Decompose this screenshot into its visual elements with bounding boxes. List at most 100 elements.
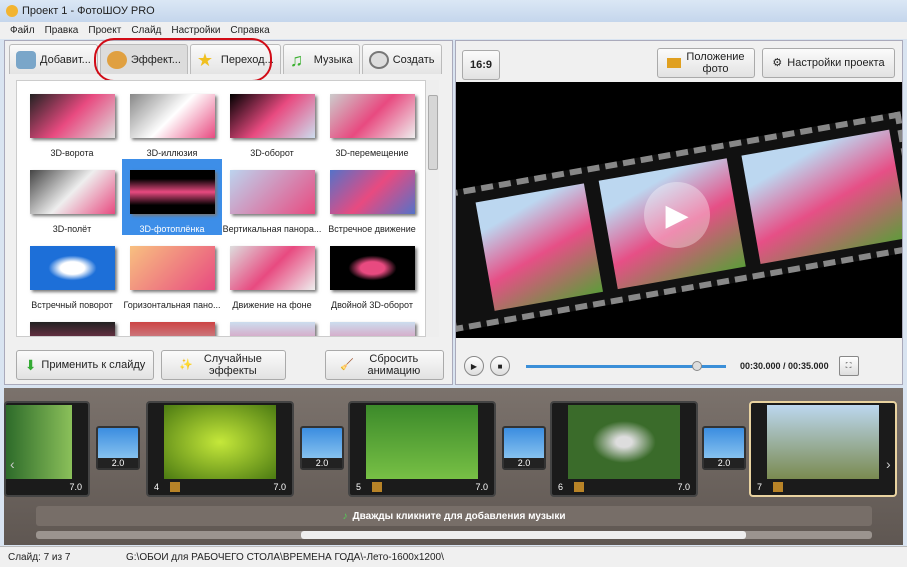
play-overlay-icon[interactable]: ▶ (644, 182, 710, 248)
transition-item[interactable]: 2.0 (702, 426, 746, 470)
scrollbar-thumb[interactable] (301, 531, 746, 539)
slide-duration: 7.0 (475, 482, 488, 492)
effect-item[interactable]: 3D-иллюзия (122, 83, 222, 159)
effect-label: 3D-полёт (52, 224, 92, 234)
effect-thumbnail (329, 246, 415, 290)
tab-label: Музыка (313, 53, 353, 66)
timeline-scrollbar[interactable] (36, 531, 872, 539)
fullscreen-button[interactable]: ⛶ (838, 356, 859, 376)
effect-thumbnail (29, 94, 115, 138)
effect-label: Встречный поворот (31, 300, 113, 310)
effect-label: Движение на фоне (232, 300, 312, 310)
effect-thumbnail (29, 246, 115, 290)
scroll-right-icon[interactable]: › (886, 456, 891, 472)
seek-slider[interactable] (526, 360, 726, 371)
scroll-left-icon[interactable]: ‹ (10, 456, 15, 472)
effect-item[interactable]: 3D-перемещение (322, 83, 422, 159)
menu-slide[interactable]: Слайд (131, 25, 161, 36)
effect-item[interactable]: 3D-оборот (222, 83, 322, 159)
effects-scrollbar[interactable] (425, 80, 439, 337)
slide-thumbnail (366, 405, 478, 479)
music-note-icon: ♫ (289, 49, 304, 70)
slide-duration: 7.0 (677, 482, 690, 492)
menu-help[interactable]: Справка (230, 25, 269, 36)
reset-animation-button[interactable]: 🧹 Сбросить анимацию (325, 350, 444, 380)
effect-item[interactable]: Встречный поворот (22, 235, 122, 311)
seek-knob[interactable] (692, 360, 703, 371)
effect-thumbnail (129, 246, 215, 290)
effect-label: 3D-фотоплёнка (139, 224, 205, 234)
effect-item[interactable] (222, 311, 322, 336)
effect-item[interactable]: Движение на фоне (222, 235, 322, 311)
effect-label: Двойной 3D-оборот (331, 300, 413, 310)
slide-counter: Слайд: 7 из 7 (8, 551, 71, 563)
project-settings-button[interactable]: ⚙ Настройки проекта (762, 48, 895, 78)
play-button[interactable]: ▶ (464, 356, 484, 376)
timeline-slide[interactable]: 6 7.0 (550, 401, 698, 497)
highlight-annotation (94, 38, 272, 82)
effect-item[interactable]: 3D-ворота (22, 83, 122, 159)
slide-number: 5 (356, 482, 362, 492)
effect-item[interactable]: Горизонтальная пано... (122, 235, 222, 311)
menu-edit[interactable]: Правка (45, 25, 79, 36)
apply-to-slide-button[interactable]: ⬇ Применить к слайду (16, 350, 154, 380)
music-hint: Дважды кликните для добавления музыки (352, 510, 566, 522)
random-effects-button[interactable]: ✨ Случайные эффекты (161, 350, 286, 380)
edit-pencil-icon[interactable] (574, 482, 584, 492)
effect-thumbnail (229, 94, 315, 138)
menu-file[interactable]: Файл (10, 25, 35, 36)
edit-pencil-icon[interactable] (372, 482, 382, 492)
stop-button[interactable]: ■ (490, 356, 510, 376)
tab-label: Создать (392, 53, 435, 66)
photo-position-button[interactable]: Положение фото (657, 48, 755, 78)
playback-bar: ▶ ■ 00:30.000 / 00:35.000 ⛶ (456, 348, 902, 384)
slide-thumbnail (164, 405, 276, 479)
tab-music[interactable]: ♫ Музыка (282, 44, 360, 74)
timeline-slide[interactable]: 5 7.0 (348, 401, 496, 497)
timeline-slide[interactable]: 7 (749, 401, 897, 497)
effect-thumbnail (29, 170, 115, 214)
status-bar: Слайд: 7 из 7 G:\ОБОИ для РАБОЧЕГО СТОЛА… (0, 546, 907, 567)
slide-duration: 7.0 (273, 482, 286, 492)
transition-item[interactable]: 2.0 (502, 426, 546, 470)
timeline-slide[interactable]: 4 7.0 (146, 401, 294, 497)
effect-label: Вертикальная панора... (222, 224, 322, 234)
effect-thumbnail (229, 170, 315, 214)
scrollbar-thumb[interactable] (428, 95, 438, 170)
effect-label: Встречное движение (328, 224, 416, 234)
menu-project[interactable]: Проект (88, 25, 121, 36)
effect-item[interactable]: Двойной 3D-оборот (322, 235, 422, 311)
slide-number: 6 (558, 482, 564, 492)
transition-duration: 2.0 (504, 458, 544, 468)
effect-item[interactable] (122, 311, 222, 336)
effect-item[interactable] (22, 311, 122, 336)
effect-item[interactable]: 3D-фотоплёнка (122, 159, 222, 235)
effect-item[interactable] (322, 311, 422, 336)
edit-pencil-icon[interactable] (170, 482, 180, 492)
tab-add[interactable]: Добавит... (9, 44, 98, 74)
app-icon (6, 5, 18, 17)
photo-icon (666, 58, 681, 68)
preview-area[interactable]: ▶ (456, 82, 902, 338)
tab-create[interactable]: Создать (361, 44, 442, 74)
effect-item[interactable]: 3D-полёт (22, 159, 122, 235)
slide-thumbnail (767, 405, 879, 479)
timeline-slide[interactable]: 7.0 (4, 401, 90, 497)
transition-item[interactable]: 2.0 (300, 426, 344, 470)
aspect-ratio-button[interactable]: 16:9 (462, 50, 500, 80)
menu-settings[interactable]: Настройки (171, 25, 220, 36)
magic-wand-icon: ✨ (179, 359, 193, 371)
transition-duration: 2.0 (98, 458, 138, 468)
effect-item[interactable]: Встречное движение (322, 159, 422, 235)
edit-pencil-icon[interactable] (773, 482, 783, 492)
effect-thumbnail (229, 246, 315, 290)
effect-thumbnail (329, 170, 415, 214)
transition-item[interactable]: 2.0 (96, 426, 140, 470)
effect-label: 3D-оборот (250, 148, 294, 158)
effect-item[interactable]: Вертикальная панора... (222, 159, 322, 235)
slide-thumbnail (6, 405, 72, 479)
effects-grid: 3D-ворота 3D-иллюзия 3D-оборот 3D-перемещен… (16, 80, 426, 337)
title-bar: Проект 1 - ФотоШОУ PRO (0, 0, 907, 22)
music-track[interactable]: ♪ Дважды кликните для добавления музыки (36, 506, 872, 526)
folder-path: G:\ОБОИ для РАБОЧЕГО СТОЛА\ВРЕМЕНА ГОДА\… (126, 551, 444, 563)
